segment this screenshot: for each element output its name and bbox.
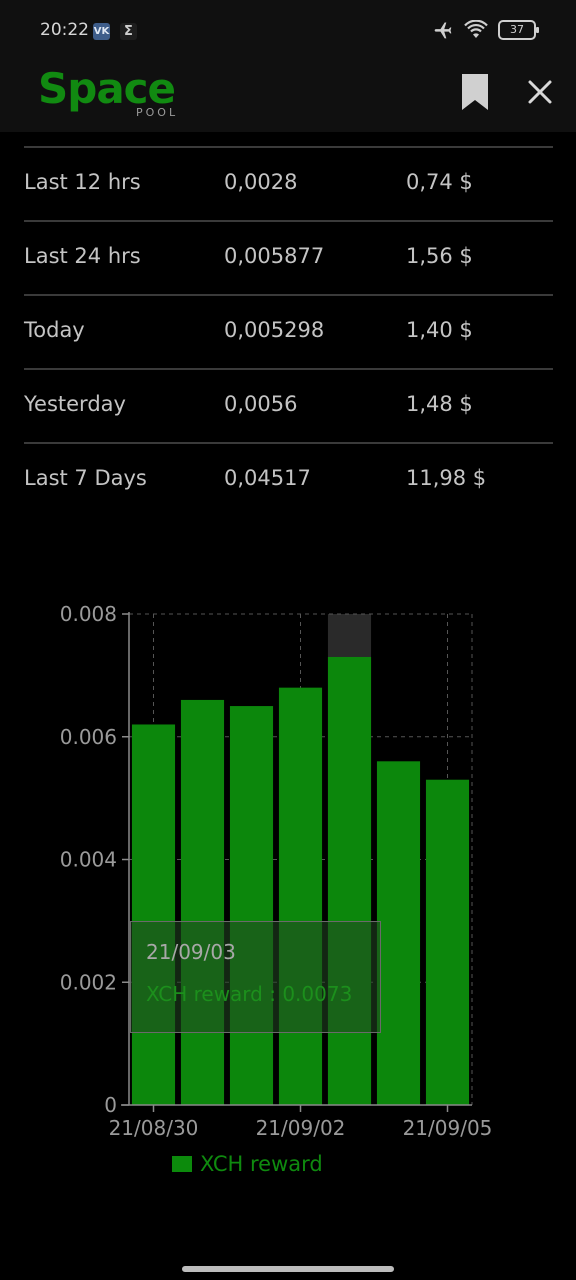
bar-21/09/04	[376, 761, 421, 1105]
xch-cell: 0,0028	[224, 170, 298, 194]
xch-cell: 0,04517	[224, 466, 311, 490]
bar-21/09/03	[327, 656, 372, 1105]
table-row: Today 0,005298 1,40 $	[24, 294, 553, 368]
y-tick-label: 0	[104, 1093, 117, 1117]
xch-cell: 0,0056	[224, 392, 298, 416]
home-indicator[interactable]	[182, 1266, 394, 1272]
usd-cell: 1,56 $	[406, 244, 473, 268]
tooltip-date: 21/09/03	[146, 940, 236, 964]
rewards-chart[interactable]: 0 0.002 0.004 0.006 0.008 21/08/30 21/09/02 21/…	[0, 590, 576, 1210]
y-tick-label: 0.004	[60, 848, 117, 872]
bar-21/09/02	[278, 687, 323, 1105]
period-cell: Today	[24, 318, 85, 342]
bar-21/09/01	[229, 706, 274, 1105]
table-row: Last 24 hrs 0,005877 1,56 $	[24, 220, 553, 294]
vk-icon: VK	[93, 23, 110, 40]
bar-21/08/30	[131, 724, 176, 1105]
status-time: 20:22	[40, 20, 89, 40]
x-tick-label: 21/09/02	[256, 1116, 346, 1140]
period-cell: Last 12 hrs	[24, 170, 141, 194]
table-row: Last 12 hrs 0,0028 0,74 $	[24, 146, 553, 220]
usd-cell: 1,48 $	[406, 392, 473, 416]
bar-21/08/31	[180, 699, 225, 1105]
sigma-icon: Σ	[120, 23, 137, 40]
rewards-table: Last 12 hrs 0,0028 0,74 $ Last 24 hrs 0,…	[24, 146, 553, 516]
chart-svg[interactable]: 0 0.002 0.004 0.006 0.008 21/08/30 21/09/02 21/…	[0, 590, 576, 1210]
battery-icon: 37	[498, 20, 539, 40]
usd-cell: 0,74 $	[406, 170, 473, 194]
status-indicators: 37	[432, 20, 539, 40]
app-bar: Space POOL	[0, 62, 576, 132]
period-cell: Last 24 hrs	[24, 244, 141, 268]
usd-cell: 1,40 $	[406, 318, 473, 342]
logo-subtitle: POOL	[136, 106, 179, 119]
bar-21/09/05	[425, 779, 470, 1105]
y-tick-label: 0.006	[60, 725, 117, 749]
tooltip-value: XCH reward : 0.0073	[146, 982, 353, 1006]
wifi-icon	[464, 20, 488, 38]
chart-tooltip: 21/09/03 XCH reward : 0.0073	[130, 921, 381, 1033]
usd-cell: 11,98 $	[406, 466, 487, 490]
y-tick-label: 0.008	[60, 602, 117, 626]
table-row: Last 7 Days 0,04517 11,98 $	[24, 442, 553, 516]
legend-swatch	[172, 1156, 192, 1172]
airplane-mode-icon	[434, 22, 452, 39]
battery-level: 37	[510, 23, 524, 36]
x-tick-label: 21/09/05	[403, 1116, 493, 1140]
table-row: Yesterday 0,0056 1,48 $	[24, 368, 553, 442]
close-icon[interactable]	[526, 78, 554, 106]
xch-cell: 0,005877	[224, 244, 325, 268]
y-tick-label: 0.002	[60, 970, 117, 994]
legend-label: XCH reward	[200, 1152, 323, 1176]
chart-legend[interactable]: XCH reward	[172, 1152, 323, 1176]
x-tick-label: 21/08/30	[109, 1116, 199, 1140]
period-cell: Yesterday	[24, 392, 126, 416]
status-bar: 20:22 VK Σ 37	[0, 0, 576, 62]
bookmark-icon[interactable]	[460, 72, 490, 112]
xch-cell: 0,005298	[224, 318, 325, 342]
period-cell: Last 7 Days	[24, 466, 147, 490]
